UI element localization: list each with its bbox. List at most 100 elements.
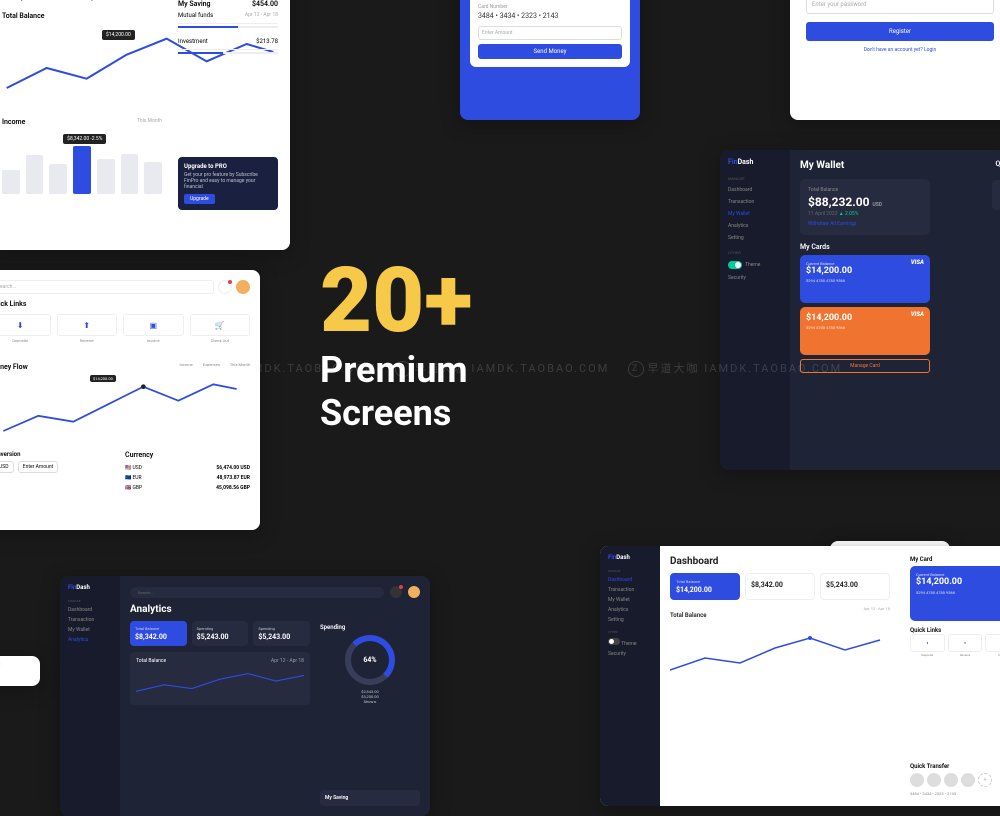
transfer-avatar[interactable]	[927, 773, 941, 787]
page-title: My Wallet	[800, 160, 1000, 171]
quick-link-invoice[interactable]: ▣Invoice	[123, 314, 184, 343]
my-card-title: My Card	[910, 556, 1000, 563]
sidebar-item-theme[interactable]: Theme	[728, 258, 782, 272]
balance-chart-title: Total Balance	[2, 12, 45, 20]
quick-link-deposit[interactable]: ⬇Deposite	[0, 314, 51, 343]
theme-toggle[interactable]	[608, 638, 620, 645]
credit-card-orange[interactable]: VISA $14,200.00 5294 4780 4780 9568	[800, 307, 930, 355]
sidebar-item-analytics[interactable]: Analytics	[608, 605, 652, 615]
total-balance-value: $14,200.00	[2, 0, 58, 2]
dashboard-light-screen: Total Balance $14,200.00 $8,342.00 Total…	[0, 0, 290, 250]
logo[interactable]: FinDash	[68, 584, 112, 591]
money-flow-title: Money Flow	[0, 363, 28, 371]
hero-text: 20+ PremiumScreens	[320, 260, 472, 435]
search-input[interactable]: Search...	[130, 587, 384, 598]
money-flow-screen: Search... Quick Links ⬇Deposite ⬆Receive…	[0, 270, 260, 530]
card-number-label: Card Number	[478, 4, 622, 10]
amount-input[interactable]: Enter Amount	[478, 26, 622, 40]
quick-links-title: Quick Links	[0, 300, 250, 308]
quick-link-checkout[interactable]: 🛒Check Out	[190, 314, 251, 343]
stat-2[interactable]: $8,342.00	[745, 573, 815, 600]
income-title: Income	[2, 118, 25, 126]
credit-card[interactable]: VISA Current Balance $14,200.00 5294 478…	[910, 566, 1000, 621]
transfer-avatar[interactable]	[961, 773, 975, 787]
spending-value: $8,342.00	[78, 0, 128, 2]
sidebar-item-security[interactable]: Security	[608, 649, 652, 659]
dashboard-light-screen-2: FinDash MANAGE Dashboard Transaction My …	[600, 546, 1000, 806]
total-balance-card: Total Balance $88,232.00 USD 11 April 20…	[800, 179, 930, 235]
export-fragment: Export	[0, 656, 40, 686]
stat-3[interactable]: $5,243.00	[820, 573, 890, 600]
sidebar-item-transaction[interactable]: Transaction	[728, 196, 782, 208]
analytics-dark-screen: FinDash MANAGE Dashboard Transaction My …	[60, 576, 430, 816]
register-screen: Confirm Password Enter your password Reg…	[790, 0, 1000, 120]
bell-icon[interactable]	[390, 586, 402, 598]
currency-selector[interactable]: $ USD	[0, 461, 14, 473]
transfer-avatar[interactable]	[944, 773, 958, 787]
stat-total-balance[interactable]: Total Balance$8,342.00	[130, 621, 187, 646]
send-money-button[interactable]: Send Money	[478, 44, 622, 59]
sidebar-item-transaction[interactable]: Transaction	[608, 585, 652, 595]
register-button[interactable]: Register	[806, 22, 994, 41]
withdraw-link[interactable]: Withdraw All Earnings	[808, 221, 922, 227]
send-money-screen: Card Number 3484 • 3434 • 2323 • 2143 En…	[460, 0, 640, 120]
spending-donut: 64%	[345, 635, 395, 685]
quick-link-deposit[interactable]: ⬇Deposite	[910, 634, 945, 657]
my-saving-panel: My Saving$454.00 Mutual funds Investment…	[178, 0, 278, 54]
cart-icon: 🛒	[190, 314, 251, 336]
sidebar: FinDash MANAGE Dashboard Transaction My …	[720, 150, 790, 470]
sidebar-item-setting[interactable]: Setting	[608, 615, 652, 625]
search-input[interactable]: Search...	[0, 280, 214, 294]
stat-total-balance[interactable]: Total Balance$14,200.00	[670, 573, 740, 600]
my-cards-title: My Cards	[800, 243, 930, 251]
sidebar-item-wallet[interactable]: My Wallet	[68, 625, 112, 635]
sidebar-item-dashboard[interactable]: Dashboard	[608, 575, 652, 585]
logo[interactable]: FinDash	[608, 554, 652, 561]
date-range-selector[interactable]: Apr 12 - Apr 18	[864, 606, 891, 625]
transfer-avatar[interactable]	[910, 773, 924, 787]
credit-card-blue[interactable]: VISA Current Balance $14,200.00 5294 478…	[800, 255, 930, 303]
sidebar-item-theme[interactable]: Theme	[608, 636, 652, 649]
amount-input[interactable]: Enter Amount	[18, 461, 58, 473]
avatar[interactable]	[236, 280, 250, 294]
sidebar-item-wallet[interactable]: My Wallet	[608, 595, 652, 605]
sidebar-item-transaction[interactable]: Transaction	[68, 615, 112, 625]
quick-links-title: Quick Links	[996, 160, 1000, 168]
wallet-dark-screen: FinDash MANAGE Dashboard Transaction My …	[720, 150, 1000, 470]
sidebar-item-analytics[interactable]: Analytics	[68, 635, 112, 645]
balance-chart	[670, 625, 890, 685]
stat-spending[interactable]: Spending$5,243.00	[192, 621, 249, 646]
sidebar-item-security[interactable]: Security	[728, 272, 782, 284]
add-recipient-button[interactable]: +	[978, 773, 992, 787]
avatar[interactable]	[408, 586, 420, 598]
sidebar-item-dashboard[interactable]: Dashboard	[728, 184, 782, 196]
upgrade-card: Upgrade to PRO Get your pro feature by S…	[178, 157, 278, 210]
sidebar: FinDash MANAGE Dashboard Transaction My …	[60, 576, 120, 816]
sidebar-item-analytics[interactable]: Analytics	[728, 220, 782, 232]
card-number-value: 3484 • 3434 • 2323 • 2143	[478, 12, 622, 20]
spending-panel: Spending 64% $2,843.00$3,200.00Show ▸	[320, 624, 420, 704]
quick-link-invoice[interactable]: ▣Invoice	[985, 634, 1000, 657]
stat-spending-2[interactable]: Spending$5,243.00	[253, 621, 310, 646]
this-month-selector[interactable]: This Month	[137, 118, 162, 126]
quick-link-receive[interactable]: ⬆Receive	[948, 634, 983, 657]
sidebar-item-wallet[interactable]: My Wallet	[728, 208, 782, 220]
quick-link-deposit[interactable]: Deposite	[992, 180, 1000, 210]
bell-icon[interactable]	[218, 280, 232, 294]
sidebar-item-dashboard[interactable]: Dashboard	[68, 605, 112, 615]
confirm-password-input[interactable]: Enter your password	[806, 0, 994, 14]
visa-logo: VISA	[911, 311, 924, 318]
my-saving-panel: My Saving	[320, 790, 420, 806]
receive-icon: ⬆	[948, 634, 983, 652]
upgrade-button[interactable]: Upgrade	[184, 194, 215, 204]
login-link[interactable]: Login	[924, 47, 936, 53]
quick-link-receive[interactable]: ⬆Receive	[57, 314, 118, 343]
login-link-text: Don't have an account yet? Login	[806, 47, 994, 53]
quick-transfer-panel: Quick Transfer + 3484 • 3434 • 2323 • 21…	[910, 763, 1000, 796]
page-title: Analytics	[130, 604, 420, 615]
sidebar: FinDash MANAGE Dashboard Transaction My …	[600, 546, 660, 806]
sidebar-item-setting[interactable]: Setting	[728, 232, 782, 244]
money-flow-chart: $14,200.00	[0, 375, 250, 445]
logo[interactable]: FinDash	[728, 158, 782, 166]
theme-toggle[interactable]	[728, 261, 742, 269]
